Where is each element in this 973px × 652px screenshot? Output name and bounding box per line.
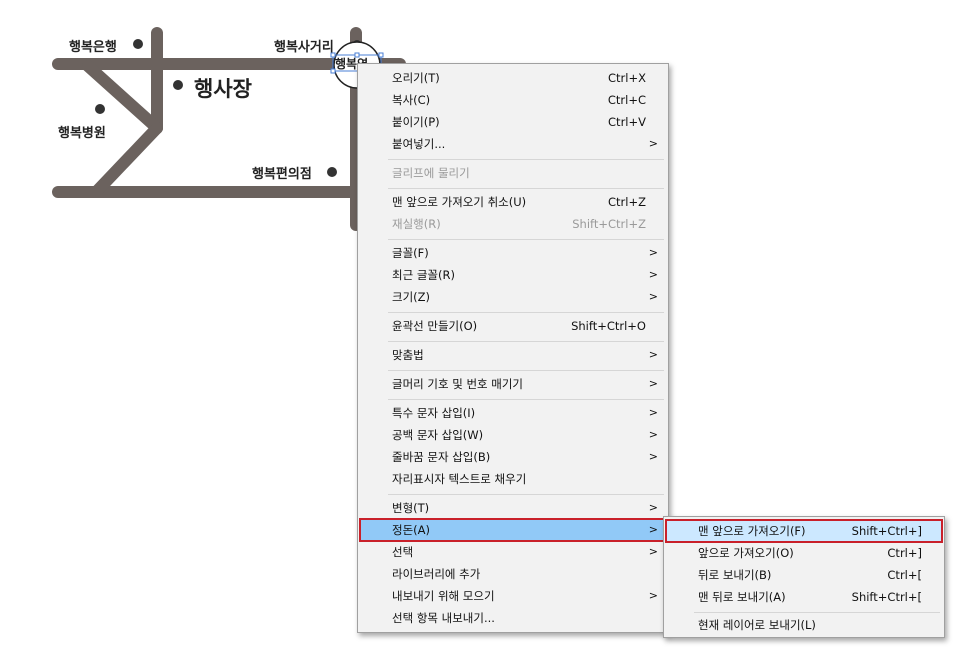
menu-item-redo[interactable]: 재실행(R) Shift+Ctrl+Z <box>360 213 666 235</box>
menu-item-paste-special[interactable]: 붙여넣기... > <box>360 133 666 155</box>
menu-item-send-to-back[interactable]: 맨 뒤로 보내기(A) Shift+Ctrl+[ <box>666 586 942 608</box>
menu-item-collect-export[interactable]: 내보내기 위해 모으기 > <box>360 585 666 607</box>
menu-item-cut[interactable]: 오리기(T) Ctrl+X <box>360 67 666 89</box>
menu-item-snap-glyph[interactable]: 글리프에 물리기 <box>360 162 666 184</box>
shortcut: Shift+Ctrl+O <box>571 319 646 333</box>
selection-handle[interactable] <box>378 52 384 58</box>
menu-item-select[interactable]: 선택 > <box>360 541 666 563</box>
menu-separator <box>388 370 664 371</box>
menu-separator <box>388 312 664 313</box>
menu-separator <box>388 494 664 495</box>
shortcut: Ctrl+X <box>608 71 646 85</box>
shortcut: Ctrl+] <box>887 546 922 560</box>
menu-item-transform[interactable]: 변형(T) > <box>360 497 666 519</box>
submenu-arrow-icon: > <box>648 501 658 514</box>
menu-item-bullets[interactable]: 글머리 기호 및 번호 매기기 > <box>360 373 666 395</box>
submenu-arrow-icon: > <box>648 137 658 150</box>
menu-item-copy[interactable]: 복사(C) Ctrl+C <box>360 89 666 111</box>
menu-separator <box>388 341 664 342</box>
submenu-arrow-icon: > <box>648 406 658 419</box>
menu-item-send-backward[interactable]: 뒤로 보내기(B) Ctrl+[ <box>666 564 942 586</box>
menu-item-font[interactable]: 글꼴(F) > <box>360 242 666 264</box>
submenu-arrow-icon: > <box>648 377 658 390</box>
map-label-plaza: 행사장 <box>194 77 252 101</box>
submenu-arrow-icon: > <box>648 348 658 361</box>
menu-item-bring-to-front[interactable]: 맨 앞으로 가져오기(F) Shift+Ctrl+] <box>665 519 943 543</box>
map-label-crossroad: 행복사거리 <box>274 40 334 55</box>
map-label-hospital: 행복병원 <box>58 126 106 141</box>
menu-separator <box>388 399 664 400</box>
submenu-arrow-icon: > <box>648 290 658 303</box>
shortcut: Ctrl+Z <box>608 195 646 209</box>
menu-item-whitespace[interactable]: 공백 문자 삽입(W) > <box>360 424 666 446</box>
menu-item-bring-forward[interactable]: 앞으로 가져오기(O) Ctrl+] <box>666 542 942 564</box>
road-diag-upper <box>82 60 163 134</box>
plaza-dot <box>173 80 183 90</box>
menu-item-send-to-current-layer[interactable]: 현재 레이어로 보내기(L) <box>666 614 942 636</box>
context-menu: 오리기(T) Ctrl+X 복사(C) Ctrl+C 붙이기(P) Ctrl+V 붙여… <box>357 63 669 633</box>
menu-item-break-char[interactable]: 줄바꿈 문자 삽입(B) > <box>360 446 666 468</box>
arrange-submenu: 맨 앞으로 가져오기(F) Shift+Ctrl+] 앞으로 가져오기(O) Ctr… <box>663 516 945 638</box>
menu-item-size[interactable]: 크기(Z) > <box>360 286 666 308</box>
menu-item-undo[interactable]: 맨 앞으로 가져오기 취소(U) Ctrl+Z <box>360 191 666 213</box>
menu-item-paste[interactable]: 붙이기(P) Ctrl+V <box>360 111 666 133</box>
shortcut: Ctrl+V <box>608 115 646 129</box>
menu-separator <box>694 612 940 613</box>
submenu-arrow-icon: > <box>648 523 658 536</box>
shortcut: Ctrl+C <box>607 93 646 107</box>
menu-separator <box>388 239 664 240</box>
menu-item-outline[interactable]: 윤곽선 만들기(O) Shift+Ctrl+O <box>360 315 666 337</box>
shortcut: Shift+Ctrl+] <box>851 524 922 538</box>
menu-item-placeholder[interactable]: 자리표시자 텍스트로 채우기 <box>360 468 666 490</box>
submenu-arrow-icon: > <box>648 428 658 441</box>
road-diag-lower <box>92 122 163 196</box>
map-label-store: 행복편의점 <box>252 167 312 182</box>
shortcut: Shift+Ctrl+Z <box>572 217 646 231</box>
submenu-arrow-icon: > <box>648 246 658 259</box>
menu-separator <box>388 159 664 160</box>
menu-item-special-char[interactable]: 특수 문자 삽입(I) > <box>360 402 666 424</box>
menu-item-spelling[interactable]: 맞춤법 > <box>360 344 666 366</box>
menu-item-export-selection[interactable]: 선택 항목 내보내기... <box>360 607 666 629</box>
shortcut: Shift+Ctrl+[ <box>851 590 922 604</box>
submenu-arrow-icon: > <box>648 268 658 281</box>
bank-dot <box>133 39 143 49</box>
menu-item-add-library[interactable]: 라이브러리에 추가 <box>360 563 666 585</box>
map-label-bank: 행복은행 <box>69 40 117 55</box>
hospital-dot <box>95 104 105 114</box>
shortcut: Ctrl+[ <box>887 568 922 582</box>
store-dot <box>327 167 337 177</box>
submenu-arrow-icon: > <box>648 450 658 463</box>
menu-item-recent-font[interactable]: 최근 글꼴(R) > <box>360 264 666 286</box>
submenu-arrow-icon: > <box>648 545 658 558</box>
menu-item-arrange[interactable]: 정돈(A) > <box>359 518 667 542</box>
submenu-arrow-icon: > <box>648 589 658 602</box>
menu-separator <box>388 188 664 189</box>
